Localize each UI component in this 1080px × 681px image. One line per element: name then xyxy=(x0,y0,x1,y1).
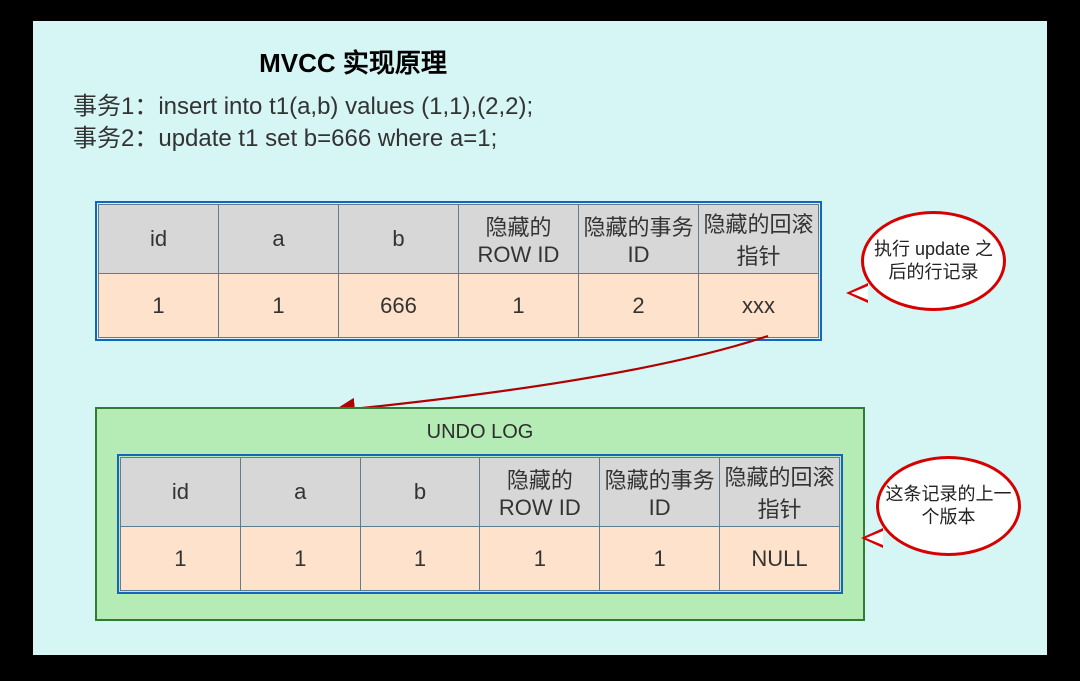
diagram-title: MVCC 实现原理 xyxy=(33,43,673,80)
col-trxid: 隐藏的事务ID xyxy=(579,205,699,274)
undo-log-box: UNDO LOG id a b 隐藏的ROW ID 隐藏的事务ID 隐藏的回滚指… xyxy=(95,407,865,621)
col-id: id xyxy=(121,458,241,527)
undo-log-title: UNDO LOG xyxy=(117,421,843,444)
sql-statements: 事务1：insert into t1(a,b) values (1,1),(2,… xyxy=(73,91,533,156)
col-id: id xyxy=(99,205,219,274)
col-a: a xyxy=(219,205,339,274)
cell-rowid: 1 xyxy=(459,274,579,338)
col-rollptr: 隐藏的回滚指针 xyxy=(699,205,819,274)
col-trxid: 隐藏的事务ID xyxy=(600,458,720,527)
table-row: 1 1 1 1 1 NULL xyxy=(121,527,840,591)
statement-1: 事务1：insert into t1(a,b) values (1,1),(2,… xyxy=(73,91,533,123)
col-rowid: 隐藏的ROW ID xyxy=(459,205,579,274)
statement-2: 事务2：update t1 set b=666 where a=1; xyxy=(73,123,533,155)
callout-after-update: 执行 update 之后的行记录 xyxy=(861,211,1006,311)
col-b: b xyxy=(360,458,480,527)
col-b: b xyxy=(339,205,459,274)
callout-text: 这条记录的上一个版本 xyxy=(885,483,1012,530)
col-rowid: 隐藏的ROW ID xyxy=(480,458,600,527)
diagram-frame: MVCC 实现原理 事务1：insert into t1(a,b) values… xyxy=(30,18,1050,658)
table-row: 1 1 666 1 2 xxx xyxy=(99,274,819,338)
cell-rollptr: NULL xyxy=(720,527,840,591)
cell-b: 1 xyxy=(360,527,480,591)
cell-a: 1 xyxy=(240,527,360,591)
cell-trxid: 1 xyxy=(600,527,720,591)
cell-id: 1 xyxy=(121,527,241,591)
current-row-table: id a b 隐藏的ROW ID 隐藏的事务ID 隐藏的回滚指针 1 1 666… xyxy=(95,201,822,341)
callout-tail-icon xyxy=(846,283,868,303)
callout-text: 执行 update 之后的行记录 xyxy=(870,238,997,285)
cell-b: 666 xyxy=(339,274,459,338)
callout-tail-icon xyxy=(861,528,883,548)
table-header-row: id a b 隐藏的ROW ID 隐藏的事务ID 隐藏的回滚指针 xyxy=(99,205,819,274)
cell-a: 1 xyxy=(219,274,339,338)
undo-row-table: id a b 隐藏的ROW ID 隐藏的事务ID 隐藏的回滚指针 1 1 1 1… xyxy=(117,454,843,594)
cell-rowid: 1 xyxy=(480,527,600,591)
cell-trxid: 2 xyxy=(579,274,699,338)
cell-id: 1 xyxy=(99,274,219,338)
callout-previous-version: 这条记录的上一个版本 xyxy=(876,456,1021,556)
col-rollptr: 隐藏的回滚指针 xyxy=(720,458,840,527)
cell-rollptr: xxx xyxy=(699,274,819,338)
table-header-row: id a b 隐藏的ROW ID 隐藏的事务ID 隐藏的回滚指针 xyxy=(121,458,840,527)
col-a: a xyxy=(240,458,360,527)
